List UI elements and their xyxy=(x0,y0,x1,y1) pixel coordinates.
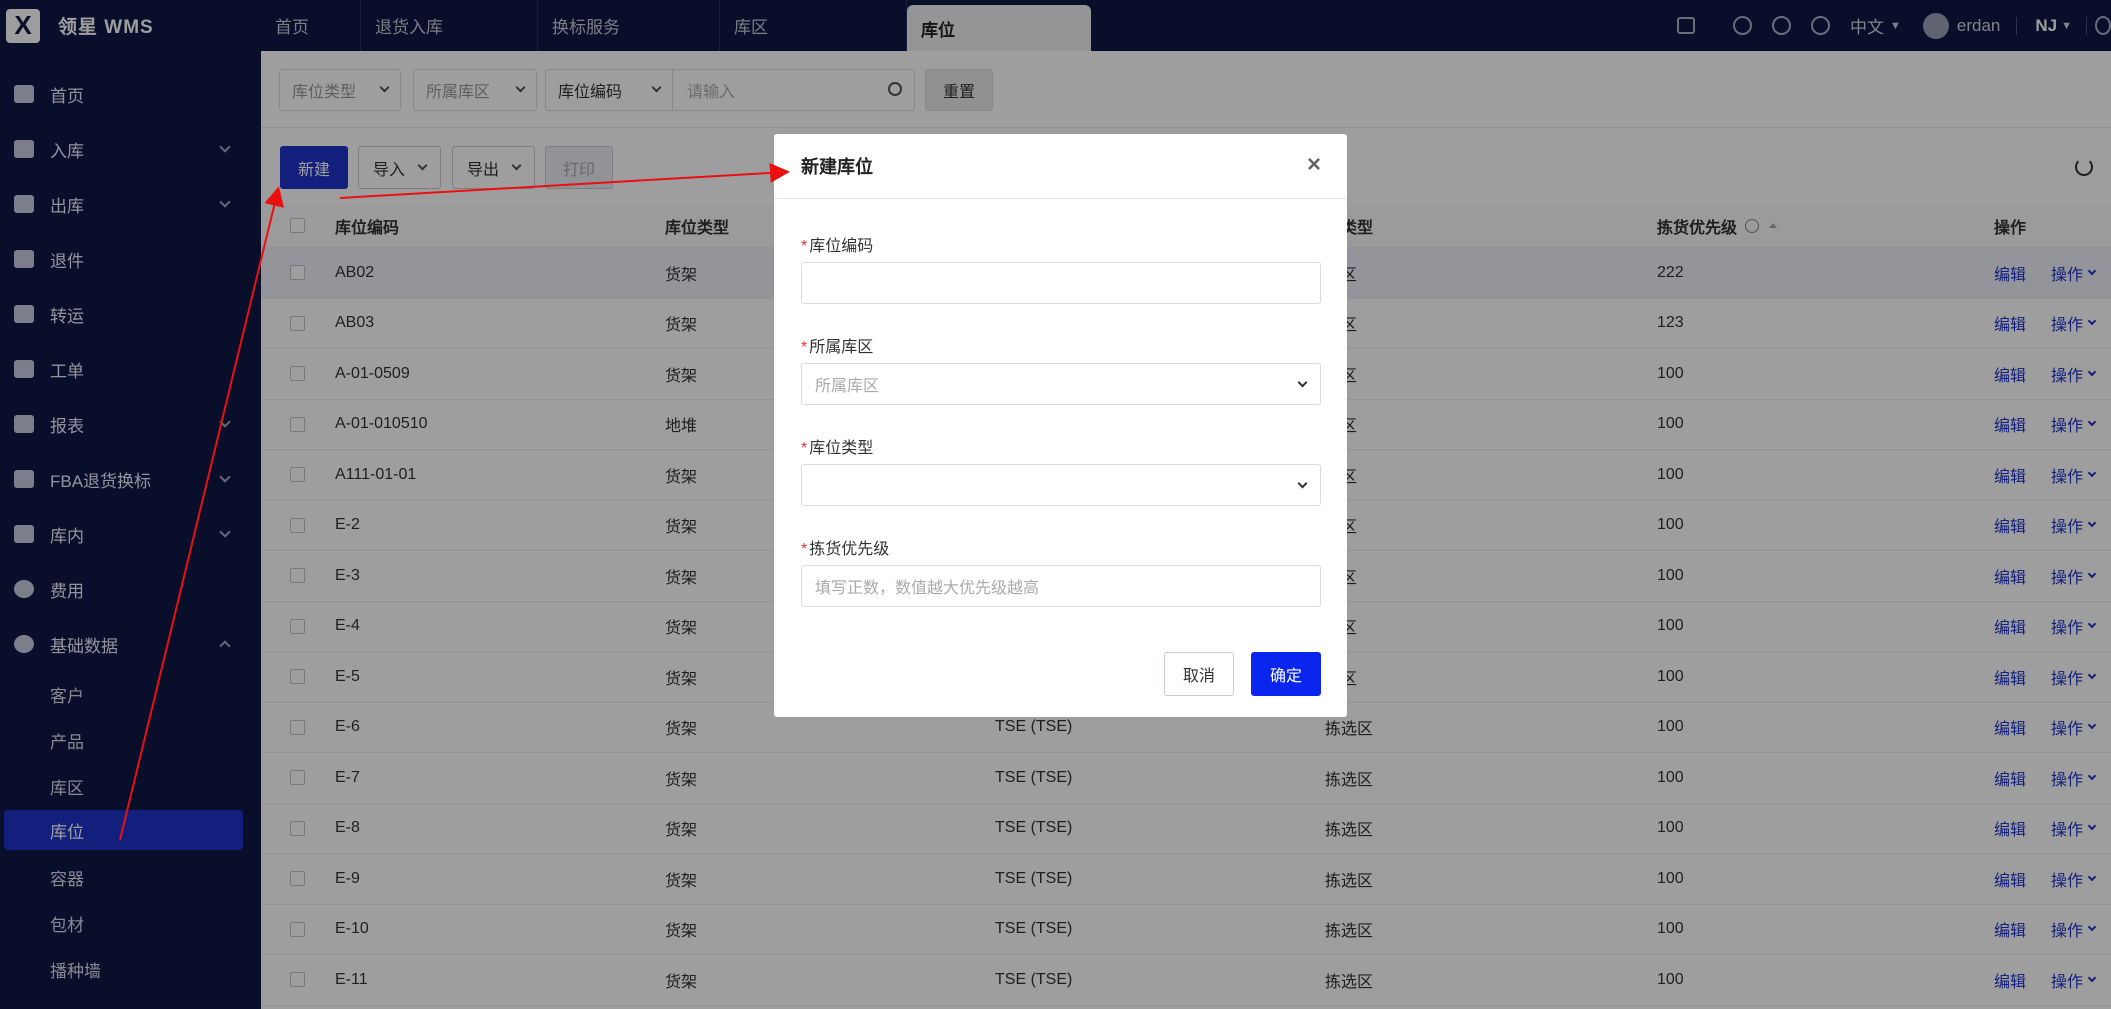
label-text: 库位编码 xyxy=(809,238,874,255)
input-placeholder: 填写正数，数值越大优先级越高 xyxy=(815,580,1040,597)
zone-select[interactable]: 所属库区 xyxy=(801,363,1321,405)
new-location-dialog: 新建库位 × * 库位编码 * 所属库区 所属库区 * 库位类型 * 拣货优先级 填写正… xyxy=(774,134,1347,717)
priority-label: * 拣货优先级 xyxy=(801,535,889,559)
cancel-button[interactable]: 取消 xyxy=(1164,652,1234,696)
required-mark: * xyxy=(801,238,808,255)
close-icon[interactable]: × xyxy=(1303,153,1325,177)
chevron-down-icon xyxy=(1297,478,1308,489)
select-placeholder: 所属库区 xyxy=(815,378,880,395)
label-text: 库位类型 xyxy=(809,440,874,457)
chevron-down-icon xyxy=(1297,377,1308,388)
confirm-button[interactable]: 确定 xyxy=(1251,652,1321,696)
pick-priority-input[interactable]: 填写正数，数值越大优先级越高 xyxy=(801,565,1321,607)
dialog-title: 新建库位 xyxy=(801,157,873,177)
location-type-select[interactable] xyxy=(801,464,1321,506)
zone-label: * 所属库区 xyxy=(801,333,873,357)
label-text: 所属库区 xyxy=(809,339,874,356)
required-mark: * xyxy=(801,440,808,457)
code-label: * 库位编码 xyxy=(801,232,873,256)
required-mark: * xyxy=(801,339,808,356)
location-code-input[interactable] xyxy=(801,262,1321,304)
type-label: * 库位类型 xyxy=(801,434,873,458)
required-mark: * xyxy=(801,541,808,558)
dialog-header: 新建库位 × xyxy=(774,134,1347,199)
label-text: 拣货优先级 xyxy=(809,541,890,558)
